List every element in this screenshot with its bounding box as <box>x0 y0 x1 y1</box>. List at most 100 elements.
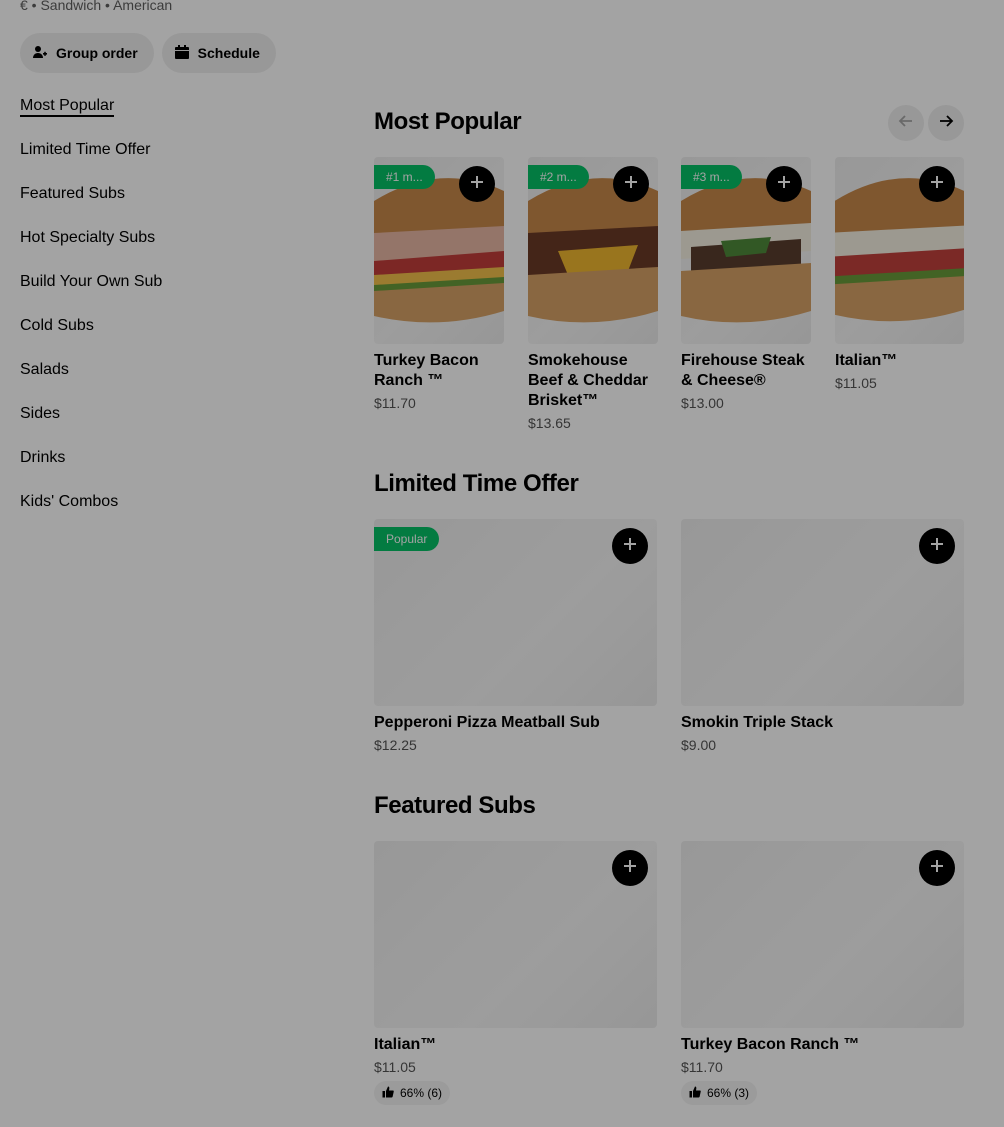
menu-item-card[interactable]: #3 m... Firehouse Steak & Cheese® $13.00 <box>681 157 811 413</box>
menu-item-card[interactable]: Italian™ $11.05 66% (6) <box>374 841 657 1105</box>
sidebar-item-label: Salads <box>20 361 69 378</box>
thumbs-up-icon <box>689 1086 701 1101</box>
sidebar-item-cold-subs[interactable]: Cold Subs <box>20 313 320 357</box>
carousel-prev-button[interactable] <box>888 105 924 141</box>
schedule-label: Schedule <box>197 45 260 61</box>
menu-item-price: $11.70 <box>681 1059 723 1075</box>
menu-item-name: Turkey Bacon Ranch ™ <box>681 1036 860 1053</box>
plus-icon <box>470 175 484 194</box>
calendar-icon <box>174 44 190 63</box>
menu-item-card[interactable]: Italian™ $11.05 <box>835 157 964 393</box>
menu-item-card[interactable]: Turkey Bacon Ranch ™ $11.70 66% (3) <box>681 841 964 1105</box>
rating-text: 66% (3) <box>707 1086 750 1100</box>
menu-item-card[interactable]: Popular Pepperoni Pizza Meatball Sub $12… <box>374 519 657 755</box>
menu-item-image: Popular <box>374 519 657 706</box>
add-to-cart-button[interactable] <box>612 850 648 886</box>
sidebar-item-build-your-own-sub[interactable]: Build Your Own Sub <box>20 269 320 313</box>
menu-item-name: Turkey Bacon Ranch ™ <box>374 351 504 391</box>
plus-icon <box>930 175 944 194</box>
add-to-cart-button[interactable] <box>459 166 495 202</box>
arrow-right-icon <box>937 112 955 135</box>
section-title-featured-subs: Featured Subs <box>374 792 536 819</box>
menu-item-name-line: Smokehouse <box>528 352 628 369</box>
menu-item-image: #1 m... <box>374 157 504 344</box>
plus-icon <box>623 537 637 556</box>
menu-item-price: $13.65 <box>528 415 571 431</box>
sidebar-item-sides[interactable]: Sides <box>20 401 320 445</box>
add-to-cart-button[interactable] <box>919 528 955 564</box>
add-to-cart-button[interactable] <box>919 166 955 202</box>
sidebar-item-most-popular[interactable]: Most Popular <box>20 93 320 137</box>
add-to-cart-button[interactable] <box>919 850 955 886</box>
menu-item-name-line: Beef & Cheddar <box>528 372 649 389</box>
plus-icon <box>930 537 944 556</box>
sidebar-item-limited-time-offer[interactable]: Limited Time Offer <box>20 137 320 181</box>
rating-pill: 66% (6) <box>374 1081 451 1105</box>
menu-item-name: Pepperoni Pizza Meatball Sub <box>374 714 600 731</box>
sidebar-item-label: Sides <box>20 405 61 422</box>
menu-item-price: $11.05 <box>835 375 877 391</box>
sidebar-item-label: Build Your Own Sub <box>20 273 163 290</box>
sidebar-item-label: Most Popular <box>20 97 115 117</box>
sidebar-item-label: Kids' Combos <box>20 493 119 510</box>
sidebar-item-featured-subs[interactable]: Featured Subs <box>20 181 320 225</box>
menu-item-image <box>374 841 657 1028</box>
add-to-cart-button[interactable] <box>613 166 649 202</box>
sidebar-item-label: Hot Specialty Subs <box>20 229 156 246</box>
popular-badge: Popular <box>374 527 440 551</box>
menu-item-card[interactable]: Smokin Triple Stack $9.00 <box>681 519 964 755</box>
section-title-most-popular: Most Popular <box>374 108 522 135</box>
menu-item-name: Firehouse Steak & Cheese® <box>681 351 811 391</box>
menu-item-name: Italian™ <box>835 351 964 371</box>
sidebar-item-drinks[interactable]: Drinks <box>20 445 320 489</box>
rank-badge: #1 m... <box>374 165 435 189</box>
person-plus-icon <box>32 44 48 63</box>
carousel-next-button[interactable] <box>928 105 964 141</box>
menu-item-card[interactable]: #2 m... Smokehouse Beef & Cheddar Briske… <box>528 157 658 433</box>
category-sidebar: Most Popular Limited Time Offer Featured… <box>20 93 320 533</box>
menu-item-name-line: Ranch ™ <box>374 372 444 389</box>
group-order-button[interactable]: Group order <box>20 33 154 73</box>
menu-item-name: Italian™ <box>374 1036 437 1053</box>
menu-item-price: $11.05 <box>374 1059 416 1075</box>
add-to-cart-button[interactable] <box>766 166 802 202</box>
menu-item-image <box>681 519 964 706</box>
menu-item-name-line: Italian™ <box>835 352 898 369</box>
sidebar-item-kids-combos[interactable]: Kids' Combos <box>20 489 320 533</box>
rank-badge: #3 m... <box>681 165 742 189</box>
menu-item-name: Smokehouse Beef & Cheddar Brisket™ <box>528 351 658 411</box>
sidebar-item-label: Drinks <box>20 449 66 466</box>
sidebar-item-salads[interactable]: Salads <box>20 357 320 401</box>
menu-item-price: $13.00 <box>681 395 724 411</box>
menu-item-image <box>835 157 964 344</box>
menu-item-name-line: & Cheese® <box>681 372 766 389</box>
action-row: Group order Schedule <box>20 33 276 73</box>
menu-item-name-line: Brisket™ <box>528 392 599 409</box>
menu-item-image: #2 m... <box>528 157 658 344</box>
store-meta-line: € • Sandwich • American <box>20 0 173 13</box>
menu-item-image: #3 m... <box>681 157 811 344</box>
sidebar-item-hot-specialty-subs[interactable]: Hot Specialty Subs <box>20 225 320 269</box>
menu-item-price: $11.70 <box>374 395 416 411</box>
thumbs-up-icon <box>382 1086 394 1101</box>
plus-icon <box>930 859 944 878</box>
carousel-nav <box>888 105 964 141</box>
sidebar-item-label: Limited Time Offer <box>20 141 151 158</box>
menu-item-price: $12.25 <box>374 737 417 753</box>
section-title-limited-time-offer: Limited Time Offer <box>374 470 579 497</box>
menu-item-name: Smokin Triple Stack <box>681 714 834 731</box>
schedule-button[interactable]: Schedule <box>161 33 276 73</box>
menu-item-image <box>681 841 964 1028</box>
plus-icon <box>624 175 638 194</box>
plus-icon <box>777 175 791 194</box>
rating-pill: 66% (3) <box>681 1081 758 1105</box>
rating-text: 66% (6) <box>400 1086 443 1100</box>
menu-item-card[interactable]: #1 m... Turkey Bacon Ranch ™ $11.70 <box>374 157 504 413</box>
arrow-left-icon <box>897 112 915 135</box>
menu-item-price: $9.00 <box>681 737 717 753</box>
menu-item-name-line: Firehouse Steak <box>681 352 805 369</box>
rank-badge: #2 m... <box>528 165 589 189</box>
plus-icon <box>623 859 637 878</box>
sidebar-item-label: Cold Subs <box>20 317 94 334</box>
add-to-cart-button[interactable] <box>612 528 648 564</box>
